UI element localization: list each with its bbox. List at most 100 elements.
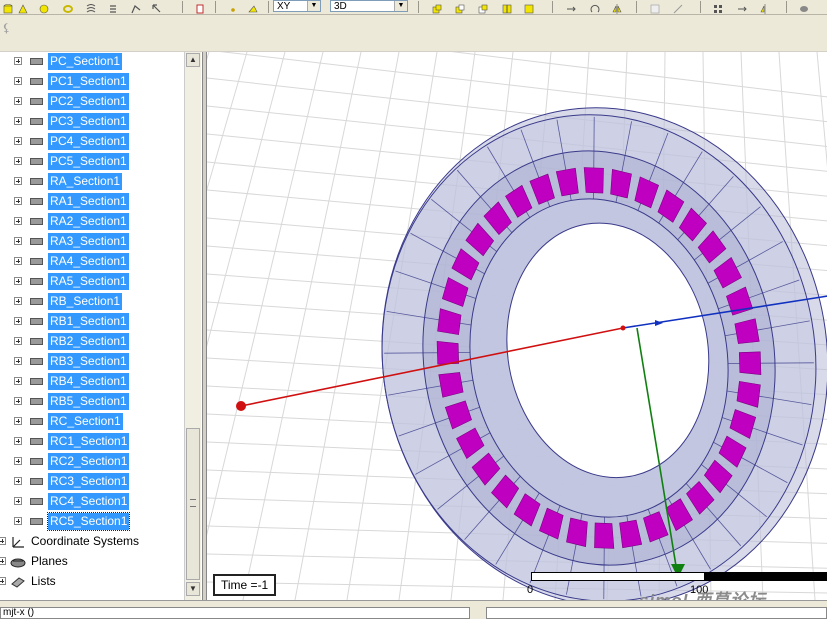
tree-item[interactable]: RA1_Section1 (0, 192, 184, 212)
scroll-up-button[interactable]: ▲ (186, 53, 200, 67)
3d-viewport[interactable]: Time =-1 0 100 simol 西莫论坛 (206, 52, 827, 600)
tree-item[interactable]: RB1_Section1 (0, 312, 184, 332)
plane-select[interactable]: XY ▼ (273, 0, 321, 12)
tree-item[interactable]: PC2_Section1 (0, 92, 184, 112)
model-scene[interactable] (207, 52, 827, 600)
expand-icon[interactable] (0, 537, 6, 545)
rotate-icon[interactable] (590, 1, 600, 13)
expand-icon[interactable] (14, 137, 22, 145)
cone-icon[interactable] (18, 1, 28, 14)
expand-icon[interactable] (0, 557, 6, 565)
tree-item[interactable]: RC_Section1 (0, 412, 184, 432)
expand-icon[interactable] (14, 257, 22, 265)
expand-icon[interactable] (14, 237, 22, 245)
expand-icon[interactable] (14, 497, 22, 505)
move-icon[interactable] (566, 1, 576, 12)
box-icon[interactable] (195, 1, 205, 14)
point-icon[interactable] (228, 1, 238, 12)
expand-icon[interactable] (14, 357, 22, 365)
expand-icon[interactable] (14, 477, 22, 485)
toolbar-separator (786, 1, 787, 13)
tree-item[interactable]: RC3_Section1 (0, 472, 184, 492)
tree-item[interactable]: PC1_Section1 (0, 72, 184, 92)
tree-folder-label: Planes (31, 554, 68, 568)
tree-item[interactable]: RA4_Section1 (0, 252, 184, 272)
tree-item[interactable]: RB3_Section1 (0, 352, 184, 372)
tree-item[interactable]: RC4_Section1 (0, 492, 184, 512)
tree-folder[interactable]: Planes (0, 552, 184, 572)
tree-item[interactable]: PC4_Section1 (0, 132, 184, 152)
tree-item[interactable]: RB_Section1 (0, 292, 184, 312)
expand-icon[interactable] (14, 177, 22, 185)
tree-folder[interactable]: Coordinate Systems (0, 532, 184, 552)
expand-icon[interactable] (14, 277, 22, 285)
tree-folder[interactable]: Lists (0, 572, 184, 592)
plane-icon[interactable] (248, 1, 258, 13)
polyline-icon[interactable] (131, 1, 141, 14)
mode-select[interactable]: 3D ▼ (330, 0, 408, 12)
expand-icon[interactable] (14, 77, 22, 85)
solid-object-icon (30, 358, 43, 365)
tree-item-label: RC2_Section1 (48, 453, 130, 470)
expand-icon[interactable] (14, 297, 22, 305)
tree-item-label: RA2_Section1 (48, 213, 129, 230)
scrollbar-thumb[interactable] (186, 428, 200, 580)
tree-scrollbar[interactable]: ▲ ▼ (184, 52, 201, 600)
mirror-icon[interactable] (612, 1, 622, 14)
align-icon[interactable] (737, 1, 747, 12)
plane-select-value: XY (277, 1, 291, 12)
tree-item[interactable]: RB2_Section1 (0, 332, 184, 352)
wand-icon[interactable]: ⚸ (2, 21, 11, 35)
surface-icon[interactable] (673, 1, 683, 14)
expand-icon[interactable] (14, 317, 22, 325)
cylinder-icon[interactable] (3, 1, 13, 14)
expand-icon[interactable] (14, 457, 22, 465)
expand-icon[interactable] (14, 217, 22, 225)
expand-icon[interactable] (0, 577, 6, 585)
expand-icon[interactable] (14, 397, 22, 405)
tree-item[interactable]: PC5_Section1 (0, 152, 184, 172)
expand-icon[interactable] (14, 117, 22, 125)
arrow-icon[interactable] (152, 1, 162, 13)
torus-icon[interactable] (63, 1, 73, 13)
solid-object-icon (30, 58, 43, 65)
expand-icon[interactable] (14, 377, 22, 385)
tree-item[interactable]: PC3_Section1 (0, 112, 184, 132)
tree-item[interactable]: RA5_Section1 (0, 272, 184, 292)
expand-icon[interactable] (14, 197, 22, 205)
grid-icon[interactable] (713, 1, 723, 13)
expand-icon[interactable] (14, 517, 22, 525)
tree-item[interactable]: RC1_Section1 (0, 432, 184, 452)
helix-icon[interactable] (86, 1, 96, 13)
expand-icon[interactable] (14, 157, 22, 165)
subtract-icon[interactable] (455, 1, 465, 14)
duplicate-icon[interactable] (760, 1, 770, 14)
split-icon[interactable] (502, 1, 512, 14)
expand-icon[interactable] (14, 417, 22, 425)
sweep-icon[interactable] (650, 1, 660, 14)
intersect-icon[interactable] (478, 1, 488, 14)
scroll-down-button[interactable]: ▼ (186, 582, 200, 596)
tree-item[interactable]: RB5_Section1 (0, 392, 184, 412)
tree-item-label: RC1_Section1 (48, 433, 130, 450)
tree-item[interactable]: PC_Section1 (0, 52, 184, 72)
chevron-down-icon[interactable]: ▼ (394, 1, 407, 11)
tree-item[interactable]: RC5_Section1 (0, 512, 184, 532)
spiral-icon[interactable] (108, 1, 118, 13)
tree-item[interactable]: RA_Section1 (0, 172, 184, 192)
chevron-down-icon[interactable]: ▼ (307, 1, 320, 11)
tree-item[interactable]: RA2_Section1 (0, 212, 184, 232)
origin-point (620, 325, 626, 331)
expand-icon[interactable] (14, 57, 22, 65)
tree-item[interactable]: RA3_Section1 (0, 232, 184, 252)
tree-item[interactable]: RB4_Section1 (0, 372, 184, 392)
sphere-icon[interactable] (39, 1, 49, 14)
expand-icon[interactable] (14, 437, 22, 445)
expand-icon[interactable] (14, 337, 22, 345)
render-icon[interactable] (799, 1, 809, 12)
planes-icon (10, 555, 26, 568)
expand-icon[interactable] (14, 97, 22, 105)
tree-item[interactable]: RC2_Section1 (0, 452, 184, 472)
unite-icon[interactable] (432, 1, 442, 14)
imprint-icon[interactable] (524, 1, 534, 14)
